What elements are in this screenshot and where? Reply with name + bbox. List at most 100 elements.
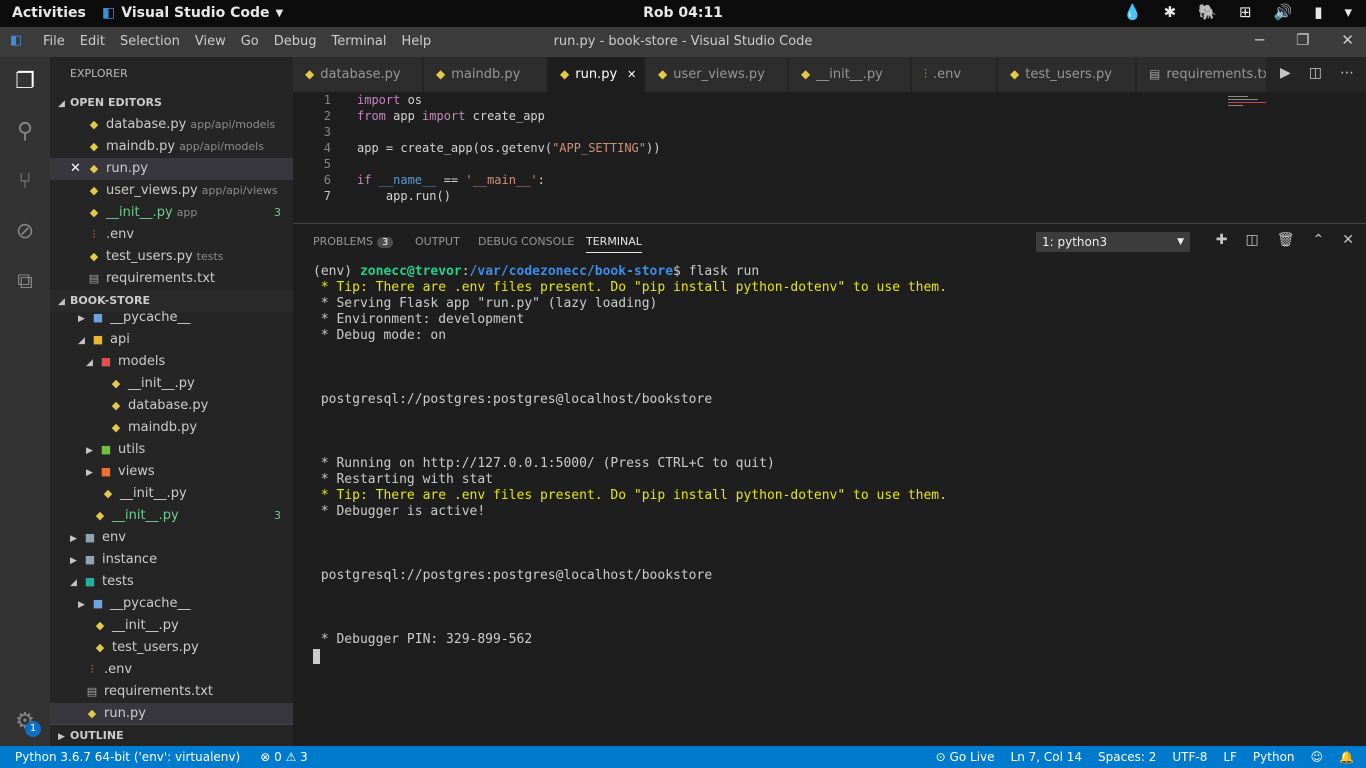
tree-folder[interactable]: ▶ ■ instance [50,549,293,571]
battery-icon[interactable]: ▮ [1314,3,1322,21]
tree-file[interactable]: ▤ requirements.txt [50,681,293,703]
activities-button[interactable]: Activities [12,5,86,21]
tree-folder[interactable]: ▶ ■ __pycache__ [50,307,293,329]
network-icon[interactable]: ⊞ [1239,3,1252,21]
python-file-icon: ◆ [89,140,99,153]
terminal-line: * Environment: development [313,312,525,327]
trash-icon[interactable]: 🗑 [1277,232,1295,248]
search-icon[interactable]: ⚲ [10,117,40,147]
power-menu-icon[interactable]: ▾ [1344,3,1352,21]
open-editor-item[interactable]: ⫶ .env [50,224,293,246]
cursor-position[interactable]: Ln 7, Col 14 [1011,746,1083,768]
run-icon[interactable]: ▶ [1280,65,1291,81]
open-editor-item[interactable]: ◆ user_views.py app/api/views [50,180,293,202]
python-file-icon: ◆ [87,707,97,720]
new-terminal-icon[interactable]: ✚ [1216,232,1228,248]
panel-tab-terminal[interactable]: TERMINAL [586,235,642,253]
volume-icon[interactable]: 🔊 [1274,3,1293,21]
python-file-icon: ◆ [111,377,121,390]
tab-maindb-py[interactable]: ◆ maindb.py [424,57,547,92]
tab-env[interactable]: ⫶ .env [912,57,997,92]
panel-tab-output[interactable]: OUTPUT [415,235,460,248]
tree-folder[interactable]: ▶ ■ __pycache__ [50,593,293,615]
open-editor-item[interactable]: ◆ maindb.py app/api/models [50,136,293,158]
tab-run-py[interactable]: ◆ run.py ✕ [548,57,645,92]
tree-file-active[interactable]: ◆ run.py [50,703,293,725]
source-control-icon[interactable]: ⑂ [10,167,40,197]
close-icon[interactable]: ✕ [70,158,81,180]
tree-file[interactable]: ◆ database.py [50,395,293,417]
open-editor-item[interactable]: ▤ requirements.txt [50,268,293,290]
encoding[interactable]: UTF-8 [1172,746,1207,768]
maximize-panel-icon[interactable]: ⌃ [1313,232,1325,248]
open-editor-item-active[interactable]: ✕ ◆ run.py [50,158,293,180]
tree-file[interactable]: ◆ test_users.py [50,637,293,659]
menu-help[interactable]: Help [401,34,431,49]
explorer-icon[interactable]: ❐ [10,67,40,97]
tree-file[interactable]: ◆ maindb.py [50,417,293,439]
line-number: 1 [323,93,331,107]
debug-icon[interactable]: ⊘ [10,217,40,247]
panel-tab-problems[interactable]: PROBLEMS 3 [313,235,394,248]
tree-file[interactable]: ◆ __init__.py [50,483,293,505]
panel-tab-debug-console[interactable]: DEBUG CONSOLE [478,235,574,248]
tree-file[interactable]: ◆ __init__.py 3 [50,505,293,527]
split-editor-icon[interactable]: ◫ [1309,65,1322,81]
tree-folder[interactable]: ◢ ■ tests [50,571,293,593]
tree-folder[interactable]: ▶ ■ views [50,461,293,483]
tab-database-py[interactable]: ◆ database.py [293,57,423,92]
tab-user-views-py[interactable]: ◆ user_views.py [646,57,788,92]
tree-file[interactable]: ◆ __init__.py [50,373,293,395]
bell-icon[interactable]: 🔔 [1339,746,1354,768]
end-of-line[interactable]: LF [1223,746,1237,768]
python-file-icon: ◆ [95,509,105,522]
tree-folder[interactable]: ▶ ■ env [50,527,293,549]
tab-test-users-py[interactable]: ◆ test_users.py [998,57,1136,92]
close-panel-icon[interactable]: ✕ [1342,232,1354,248]
close-icon[interactable]: ✕ [627,68,636,81]
tree-folder[interactable]: ◢ ■ models [50,351,293,373]
line-number: 7 [323,189,331,203]
close-icon[interactable]: ✕ [1341,31,1354,49]
slack-icon[interactable]: ✱ [1164,3,1177,21]
indentation[interactable]: Spaces: 2 [1098,746,1156,768]
menu-edit[interactable]: Edit [80,34,105,49]
outline-header[interactable]: ▶ OUTLINE [50,724,293,746]
tree-folder[interactable]: ◢ ■ api [50,329,293,351]
python-interpreter[interactable]: Python 3.6.7 64-bit ('env': virtualenv) [15,746,240,768]
minimap[interactable] [1228,96,1270,108]
tab-init-py[interactable]: ◆ __init__.py [789,57,911,92]
menu-go[interactable]: Go [241,34,259,49]
language-mode[interactable]: Python [1253,746,1295,768]
system-tray: 💧 ✱ 🐘 ⊞ 🔊 ▮ ▾ [1123,3,1352,21]
menu-debug[interactable]: Debug [274,34,317,49]
line-number: 5 [323,157,331,171]
menu-terminal[interactable]: Terminal [332,34,387,49]
app-menu[interactable]: ◧ Visual Studio Code ▼ [102,5,283,21]
more-icon[interactable]: ⋯ [1340,65,1354,81]
open-editor-item[interactable]: ◆ test_users.py tests [50,246,293,268]
droplet-icon[interactable]: 💧 [1123,3,1142,21]
problems-status[interactable]: ⊗ 0 ⚠ 3 [260,746,308,768]
open-editor-item[interactable]: ◆ database.py app/api/models [50,114,293,136]
menu-view[interactable]: View [195,34,226,49]
postgres-elephant-icon[interactable]: 🐘 [1198,3,1217,21]
tree-file[interactable]: ⫶ .env [50,659,293,681]
tree-file[interactable]: ◆ __init__.py [50,615,293,637]
open-editors-header[interactable]: ◢ OPEN EDITORS [50,92,293,114]
menu-file[interactable]: File [43,34,65,49]
code-editor[interactable]: 1 2 3 4 5 6 7 import os from app import … [293,92,1366,223]
tree-folder[interactable]: ▶ ■ utils [50,439,293,461]
go-live-button[interactable]: ⊙ Go Live [936,746,995,768]
menu-selection[interactable]: Selection [120,34,180,49]
feedback-smiley-icon[interactable]: ☺ [1311,746,1324,768]
open-editor-item[interactable]: ◆ __init__.py app 3 [50,202,293,224]
tab-requirements-txt[interactable]: ▤ requirements.txt [1137,57,1267,92]
extensions-icon[interactable]: ⧉ [10,267,40,297]
terminal-line: * Tip: There are .env files present. Do … [313,280,947,295]
minimize-icon[interactable]: ─ [1255,31,1264,49]
terminal-select[interactable]: 1: python3 ▼ [1036,232,1190,252]
chevron-right-icon: ▶ [70,556,77,566]
restore-icon[interactable]: ❐ [1296,31,1309,49]
split-terminal-icon[interactable]: ◫ [1246,232,1259,248]
